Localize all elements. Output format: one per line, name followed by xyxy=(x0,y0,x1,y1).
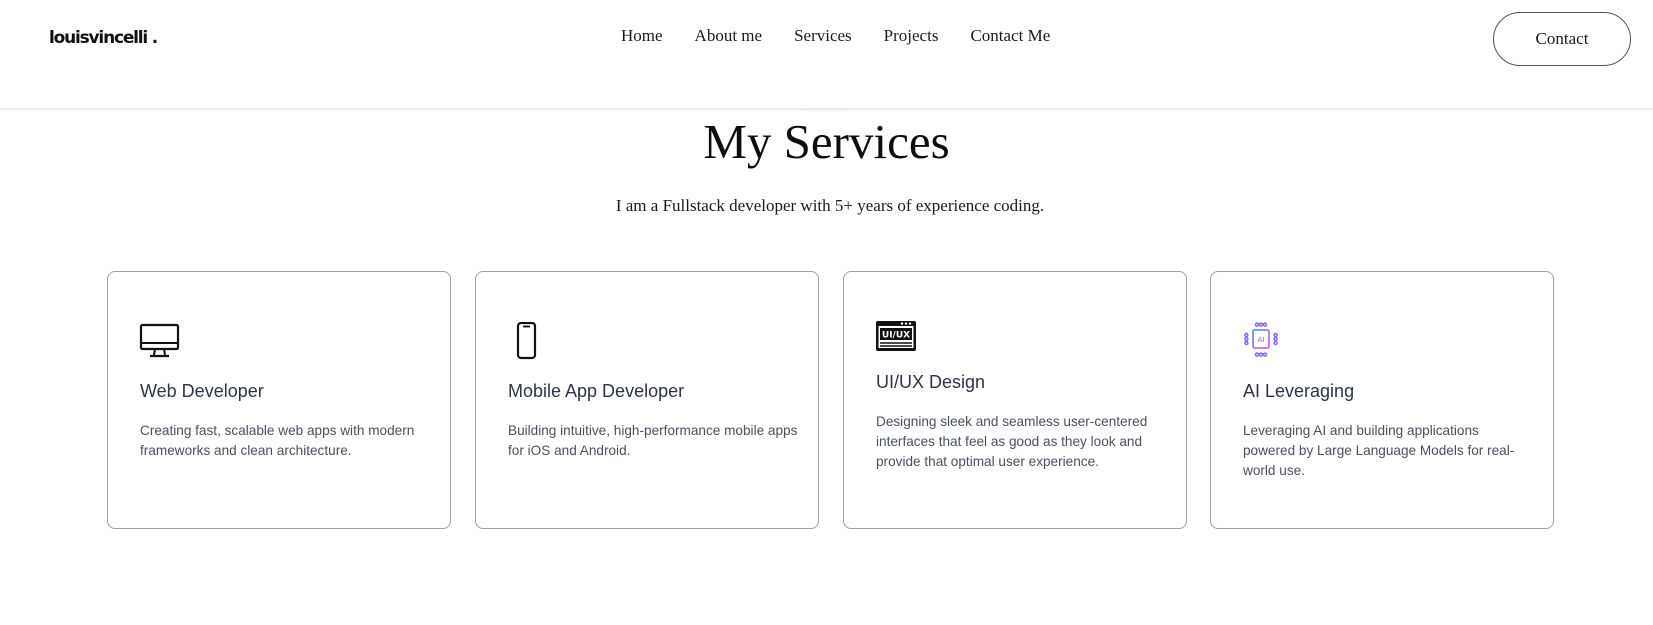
card-description: Creating fast, scalable web apps with mo… xyxy=(140,423,415,458)
nav-link-services[interactable]: Services xyxy=(794,26,852,46)
nav-link-about[interactable]: About me xyxy=(695,26,763,46)
card-description: Leveraging AI and building applications … xyxy=(1243,423,1515,478)
card-description: Designing sleek and seamless user-center… xyxy=(876,414,1148,469)
card-title: UI/UX Design xyxy=(876,372,986,392)
desktop-monitor-icon xyxy=(139,323,181,363)
contact-button[interactable]: Contact xyxy=(1493,12,1631,66)
card-title: AI Leveraging xyxy=(1243,381,1355,401)
smartphone-icon xyxy=(507,321,549,362)
site-header: louisvincelli . Home About me Services P… xyxy=(0,0,1653,110)
site-logo[interactable]: louisvincelli . xyxy=(49,28,158,48)
main-nav: Home About me Services Projects Contact … xyxy=(621,26,1082,46)
nav-link-home[interactable]: Home xyxy=(621,26,663,46)
service-card-uiux: UI/UX UI/UX Design Designing sleek and s… xyxy=(843,271,1187,529)
section-subtitle: I am a Fullstack developer with 5+ years… xyxy=(615,196,1045,215)
section-title: My Services xyxy=(703,114,950,169)
nav-link-contact-me[interactable]: Contact Me xyxy=(970,26,1050,46)
svg-text:UI/UX: UI/UX xyxy=(882,331,910,341)
service-card-web: Web Developer Creating fast, scalable we… xyxy=(107,271,451,529)
service-card-mobile: Mobile App Developer Building intuitive,… xyxy=(475,271,819,529)
nav-link-projects[interactable]: Projects xyxy=(884,26,939,46)
card-description: Building intuitive, high-performance mob… xyxy=(508,423,798,458)
card-title: Web Developer xyxy=(140,381,264,401)
service-card-ai: AI AI Leveraging Leveraging AI and build… xyxy=(1210,271,1554,529)
ai-chip-icon: AI xyxy=(1242,322,1284,362)
svg-text:AI: AI xyxy=(1258,336,1265,344)
card-title: Mobile App Developer xyxy=(508,381,685,401)
ui-ux-window-icon: UI/UX xyxy=(875,320,917,360)
